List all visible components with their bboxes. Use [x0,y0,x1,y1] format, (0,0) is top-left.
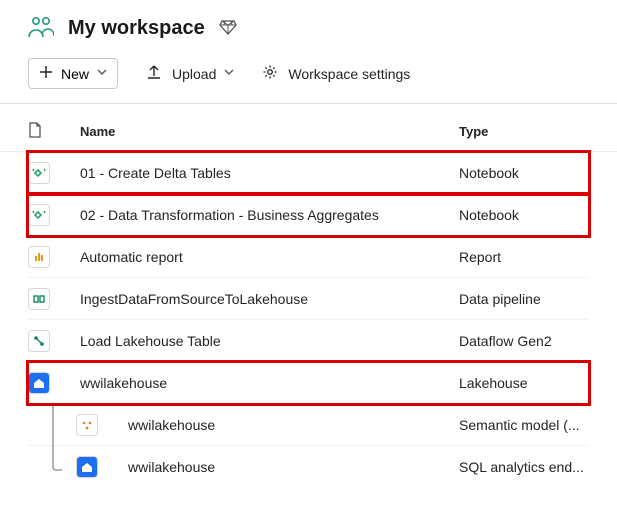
item-type: Report [459,249,589,265]
item-type: Semantic model (... [459,417,589,433]
list-item[interactable]: Load Lakehouse Table Dataflow Gen2 [28,320,589,362]
tree-line-icon [50,404,64,446]
upload-button[interactable]: Upload [146,64,234,83]
document-icon [28,122,42,141]
item-name: 02 - Data Transformation - Business Aggr… [80,207,459,223]
chevron-down-icon [224,67,234,80]
item-list: 01 - Create Delta Tables Notebook 02 - D… [0,152,617,488]
item-type: SQL analytics end... [459,459,589,475]
item-name: IngestDataFromSourceToLakehouse [80,291,459,307]
item-type: Data pipeline [459,291,589,307]
semantic-model-icon [76,414,98,436]
pipeline-icon [28,288,50,310]
list-header: Name Type [0,104,617,152]
lakehouse-icon [28,372,50,394]
list-item[interactable]: Automatic report Report [28,236,589,278]
item-type: Dataflow Gen2 [459,333,589,349]
list-item[interactable]: IngestDataFromSourceToLakehouse Data pip… [28,278,589,320]
workspace-settings-button[interactable]: Workspace settings [262,64,410,83]
upload-label: Upload [172,66,216,82]
workspace-settings-label: Workspace settings [288,66,410,82]
column-header-type[interactable]: Type [459,124,589,139]
list-item[interactable]: 01 - Create Delta Tables Notebook [28,152,589,194]
workspace-header: My workspace [0,0,617,52]
item-name: Automatic report [80,249,459,265]
item-type: Notebook [459,207,589,223]
item-type: Lakehouse [459,375,589,391]
column-header-name[interactable]: Name [80,124,459,139]
tree-elbow-icon [50,446,64,488]
report-icon [28,246,50,268]
toolbar: New Upload Workspace settings [0,52,617,104]
list-item[interactable]: wwilakehouse Lakehouse [28,362,589,404]
list-item-child[interactable]: wwilakehouse SQL analytics end... [28,446,589,488]
notebook-icon [28,204,50,226]
upload-icon [146,64,162,83]
new-button-label: New [61,66,89,82]
item-type: Notebook [459,165,589,181]
sql-endpoint-icon [76,456,98,478]
plus-icon [39,65,53,82]
diamond-icon [219,18,237,39]
item-name: wwilakehouse [128,459,459,475]
new-button[interactable]: New [28,58,118,89]
list-item-child[interactable]: wwilakehouse Semantic model (... [28,404,589,446]
notebook-icon [28,162,50,184]
item-name: 01 - Create Delta Tables [80,165,459,181]
gear-icon [262,64,278,83]
list-item[interactable]: 02 - Data Transformation - Business Aggr… [28,194,589,236]
workspace-icon [28,16,54,40]
chevron-down-icon [97,67,107,80]
item-name: wwilakehouse [80,375,459,391]
dataflow-icon [28,330,50,352]
item-name: Load Lakehouse Table [80,333,459,349]
item-name: wwilakehouse [128,417,459,433]
workspace-title: My workspace [68,17,205,40]
